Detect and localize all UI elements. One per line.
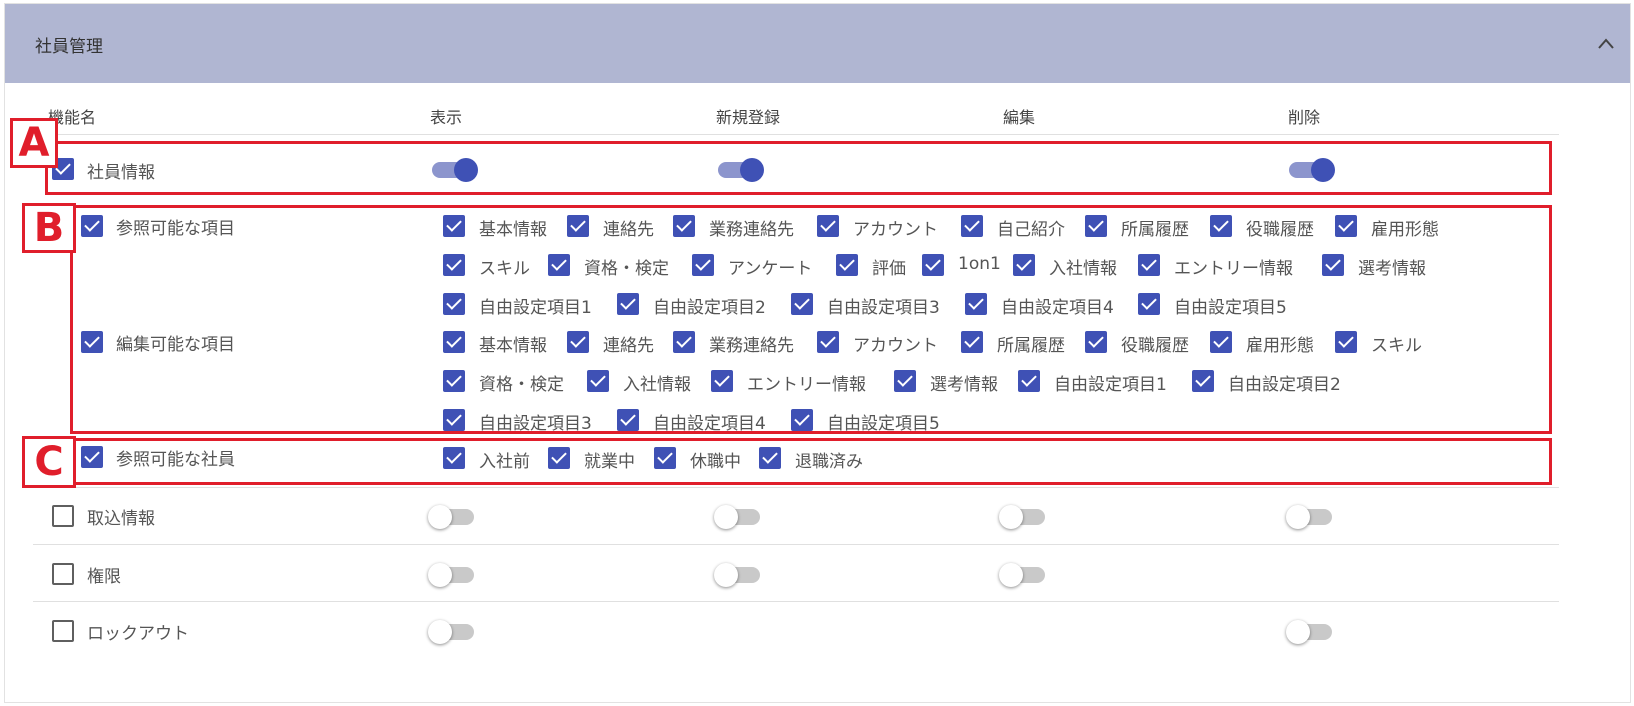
panel-header[interactable]: 社員管理 [5,4,1630,83]
chevron-up-icon[interactable] [1596,34,1616,54]
divider [33,134,1559,135]
permissions-checkbox[interactable] [52,563,74,585]
import-info-create-toggle[interactable] [714,501,764,531]
column-header-delete: 削除 [1288,108,1321,127]
column-header-create: 新規登録 [716,108,781,127]
divider [33,487,1559,488]
permissions-view-toggle[interactable] [428,559,478,589]
annotation-label-a: A [10,118,58,168]
panel-title: 社員管理 [35,37,103,57]
import-info-delete-toggle[interactable] [1286,501,1336,531]
divider [33,544,1559,545]
permissions-label: 権限 [87,567,121,587]
annotation-label-c: C [22,436,76,488]
import-info-edit-toggle[interactable] [999,501,1049,531]
import-info-view-toggle[interactable] [428,501,478,531]
divider [33,601,1559,602]
lockout-label: ロックアウト [87,624,189,644]
annotation-label-b: B [22,203,76,253]
annotation-box-c [70,438,1552,485]
import-info-checkbox[interactable] [52,505,74,527]
lockout-checkbox[interactable] [52,620,74,642]
permissions-create-toggle[interactable] [714,559,764,589]
permissions-edit-toggle[interactable] [999,559,1049,589]
column-header-edit: 編集 [1003,108,1036,127]
annotation-box-b [70,205,1552,434]
lockout-view-toggle[interactable] [428,616,478,646]
lockout-delete-toggle[interactable] [1286,616,1336,646]
import-info-label: 取込情報 [87,509,155,529]
column-header-view: 表示 [430,108,463,127]
annotation-box-a [45,141,1552,195]
